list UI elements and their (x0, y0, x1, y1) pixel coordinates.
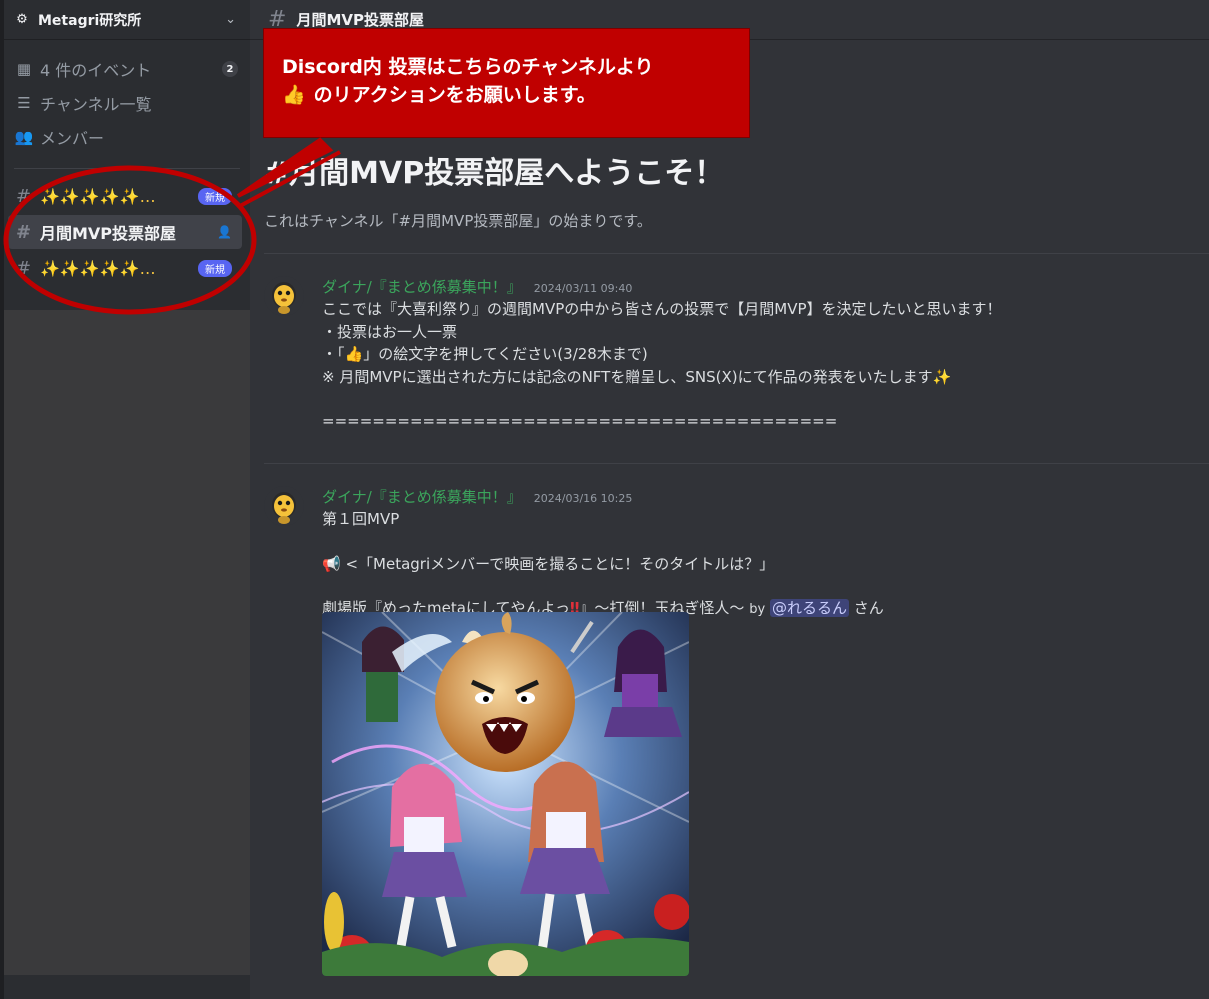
chevron-down-icon[interactable]: ⌄ (225, 12, 236, 27)
nav-channel-list[interactable]: ☰ チャンネル一覧 (4, 86, 250, 120)
channel-label: 月間MVP投票部屋 (40, 224, 177, 243)
nav-events-label: 4 件のイベント (40, 61, 152, 80)
new-badge: 新規 (198, 259, 232, 277)
message-header: ダイナ/『まとめ係募集中！』 2024/03/11 09:40 (322, 276, 632, 297)
nav-members[interactable]: 👥 メンバー (4, 120, 250, 154)
callout-text: のリアクションをお願いします。 (313, 84, 596, 106)
message-line: 第１回MVP (322, 510, 400, 528)
channel-list-icon: ☰ (17, 94, 31, 112)
add-member-icon[interactable]: 👤 (217, 225, 232, 239)
hash-icon: # (16, 221, 32, 243)
text-fragment: さん (853, 599, 884, 617)
events-count-badge: 2 (222, 61, 238, 77)
nav-events[interactable]: ▦ 4 件のイベント 2 (4, 52, 250, 86)
channel-sparkles: ✨✨✨✨✨… (40, 258, 156, 278)
channel-welcome: #月間MVP投票部屋へようこそ！ これはチャンネル「#月間MVP投票部屋」の始ま… (264, 148, 724, 231)
server-name: Metagri研究所 (38, 12, 142, 29)
author-name[interactable]: ダイナ/『まとめ係募集中！』 (322, 486, 522, 507)
message-line: ここでは『大喜利祭り』の週間MVPの中から皆さんの投票で【月間MVP】を決定した… (322, 300, 1002, 318)
message-line: 📢 <「Metagriメンバーで映画を撮ることに！そのタイトルは？」 (322, 553, 884, 576)
new-badge: 新規 (198, 187, 232, 205)
text-fragment: <「Metagriメンバーで映画を撮ることに！そのタイトルは？」 (345, 554, 775, 573)
message: ダイナ/『まとめ係募集中！』 2024/03/16 10:25 第１回MVP 📢… (264, 486, 1194, 996)
sidebar-divider (14, 168, 240, 169)
text-fragment: by (749, 602, 766, 617)
message-line: ・「👍」の絵文字を押してください(3/28木まで) (322, 343, 1002, 366)
author-name[interactable]: ダイナ/『まとめ係募集中！』 (322, 276, 522, 297)
message-body: 第１回MVP 📢 <「Metagriメンバーで映画を撮ることに！そのタイトルは？… (322, 508, 884, 622)
annotation-callout: Discord内 投票はこちらのチャンネルより 👍 のリアクションをお願いします。 (263, 28, 750, 138)
nav-channel-list-label: チャンネル一覧 (40, 95, 152, 114)
channel-sparkles: ✨✨✨✨✨… (40, 186, 156, 206)
sidebar-footer (4, 975, 250, 999)
thumbs-up-icon: 👍 (344, 345, 364, 363)
timestamp: 2024/03/16 10:25 (533, 492, 633, 505)
message-line: ========================================… (322, 412, 838, 430)
message-line: ※ 月間MVPに選出された方には記念のNFTを贈呈し、SNS(X)にて作品の発表… (322, 366, 1002, 389)
calendar-icon: ▦ (16, 60, 32, 78)
welcome-subtitle: これはチャンネル「#月間MVP投票部屋」の始まりです。 (264, 212, 652, 230)
hash-icon: # (16, 257, 32, 279)
sparkles-icon: ✨ (932, 367, 952, 386)
channel-title: 月間MVP投票部屋 (296, 11, 424, 29)
hash-icon: # (16, 185, 32, 207)
sidebar-blank-area (4, 310, 250, 975)
avatar[interactable] (264, 486, 304, 526)
channel-item[interactable]: # ✨✨✨✨✨… 新規 (8, 179, 242, 213)
welcome-title: #月間MVP投票部屋へようこそ！ (264, 156, 725, 191)
thumbs-up-icon: 👍 (282, 84, 306, 106)
user-mention[interactable]: @れるるん (769, 599, 849, 617)
nav-members-label: メンバー (40, 129, 105, 148)
avatar[interactable] (264, 276, 304, 316)
megaphone-icon: 📢 (322, 554, 341, 573)
text-fragment: ・「 (322, 345, 345, 363)
channel-sidebar: ⚙ Metagri研究所 ⌄ ▦ 4 件のイベント 2 ☰ チャンネル一覧 👥 … (4, 0, 250, 999)
attached-image[interactable] (322, 612, 689, 976)
chat-main: # 月間MVP投票部屋 #月間MVP投票部屋へようこそ！ これはチャンネル「#月… (250, 0, 1209, 999)
message-body: ここでは『大喜利祭り』の週間MVPの中から皆さんの投票で【月間MVP】を決定した… (322, 298, 1002, 433)
message-line: ・投票はお一人一票 (322, 322, 458, 341)
callout-line: 👍 のリアクションをお願いします。 (282, 81, 729, 109)
text-fragment: 」の絵文字を押してください(3/28木まで) (363, 345, 648, 363)
text-fragment: ※ 月間MVPに選出された方には記念のNFTを贈呈し、SNS(X)にて作品の発表… (322, 367, 933, 386)
server-header[interactable]: ⚙ Metagri研究所 ⌄ (4, 0, 250, 40)
message: ダイナ/『まとめ係募集中！』 2024/03/11 09:40 ここでは『大喜利… (264, 276, 1194, 446)
message-header: ダイナ/『まとめ係募集中！』 2024/03/16 10:25 (322, 486, 632, 507)
timestamp: 2024/03/11 09:40 (533, 282, 633, 295)
message-divider (264, 253, 1209, 254)
message-divider (264, 463, 1209, 464)
server-icon: ⚙ (16, 11, 28, 27)
channel-item-mvp-vote[interactable]: # 月間MVP投票部屋 👤 (8, 215, 242, 249)
channel-item[interactable]: # ✨✨✨✨✨… 新規 (8, 251, 242, 285)
members-icon: 👥 (14, 128, 34, 146)
callout-line: Discord内 投票はこちらのチャンネルより (282, 56, 654, 78)
